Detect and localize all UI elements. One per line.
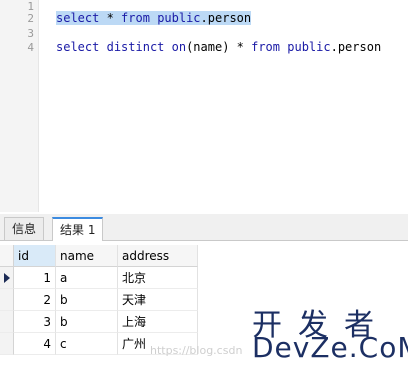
tab-result-1[interactable]: 结果 1 xyxy=(52,217,104,241)
cell-address[interactable]: 北京 xyxy=(118,267,198,289)
cell-id[interactable]: 3 xyxy=(14,311,56,333)
row-indicator[interactable] xyxy=(0,267,14,289)
line-number: 3 xyxy=(27,27,34,40)
result-tab-bar: 信息 结果 1 xyxy=(0,214,408,241)
sql-keyword: select xyxy=(56,11,100,25)
sql-keyword: distinct xyxy=(106,40,165,54)
table-row[interactable]: 3 b 上海 xyxy=(0,311,198,333)
sql-text: * xyxy=(99,11,122,25)
code-line-2[interactable]: select * from public.person xyxy=(56,11,252,26)
line-number-gutter: 1 2 3 4 xyxy=(0,0,39,212)
cell-name[interactable]: b xyxy=(56,311,118,333)
cell-address[interactable]: 上海 xyxy=(118,311,198,333)
cell-id[interactable]: 2 xyxy=(14,289,56,311)
row-indicator[interactable] xyxy=(0,289,14,311)
sql-editor[interactable]: 1 2 3 4 select * from public.person sele… xyxy=(0,0,408,212)
sql-text: (name) * xyxy=(186,40,252,54)
sql-keyword: select xyxy=(56,40,100,54)
row-indicator-header xyxy=(0,245,14,267)
table-row[interactable]: 2 b 天津 xyxy=(0,289,198,311)
sql-keyword: from xyxy=(251,40,281,54)
cell-name[interactable]: b xyxy=(56,289,118,311)
sql-keyword: public xyxy=(157,11,201,25)
sql-keyword: on xyxy=(171,40,187,54)
line-number: 4 xyxy=(27,41,34,54)
tab-info[interactable]: 信息 xyxy=(4,217,45,240)
current-row-arrow-icon xyxy=(4,273,10,283)
column-header-name[interactable]: name xyxy=(56,245,118,267)
sql-text: .person xyxy=(330,40,382,54)
brand-watermark-bottom: DevZe.CoM xyxy=(252,331,408,364)
line-number: 2 xyxy=(27,12,34,25)
sql-keyword: public xyxy=(287,40,331,54)
row-indicator[interactable] xyxy=(0,333,14,355)
cell-name[interactable]: a xyxy=(56,267,118,289)
column-header-address[interactable]: address xyxy=(118,245,198,267)
grid-header-row: id name address xyxy=(0,245,198,267)
cell-address[interactable]: 天津 xyxy=(118,289,198,311)
code-line-4[interactable]: select distinct on(name) * from public.p… xyxy=(56,40,381,55)
cell-id[interactable]: 1 xyxy=(14,267,56,289)
sql-keyword: from xyxy=(121,11,150,25)
sql-text: .person xyxy=(200,11,252,25)
cell-name[interactable]: c xyxy=(56,333,118,355)
column-header-id[interactable]: id xyxy=(14,245,56,267)
blog-watermark: https://blog.csdn xyxy=(150,344,243,357)
row-indicator[interactable] xyxy=(0,311,14,333)
cell-id[interactable]: 4 xyxy=(14,333,56,355)
table-row[interactable]: 1 a 北京 xyxy=(0,267,198,289)
selected-query[interactable]: select * from public.person xyxy=(56,11,252,25)
